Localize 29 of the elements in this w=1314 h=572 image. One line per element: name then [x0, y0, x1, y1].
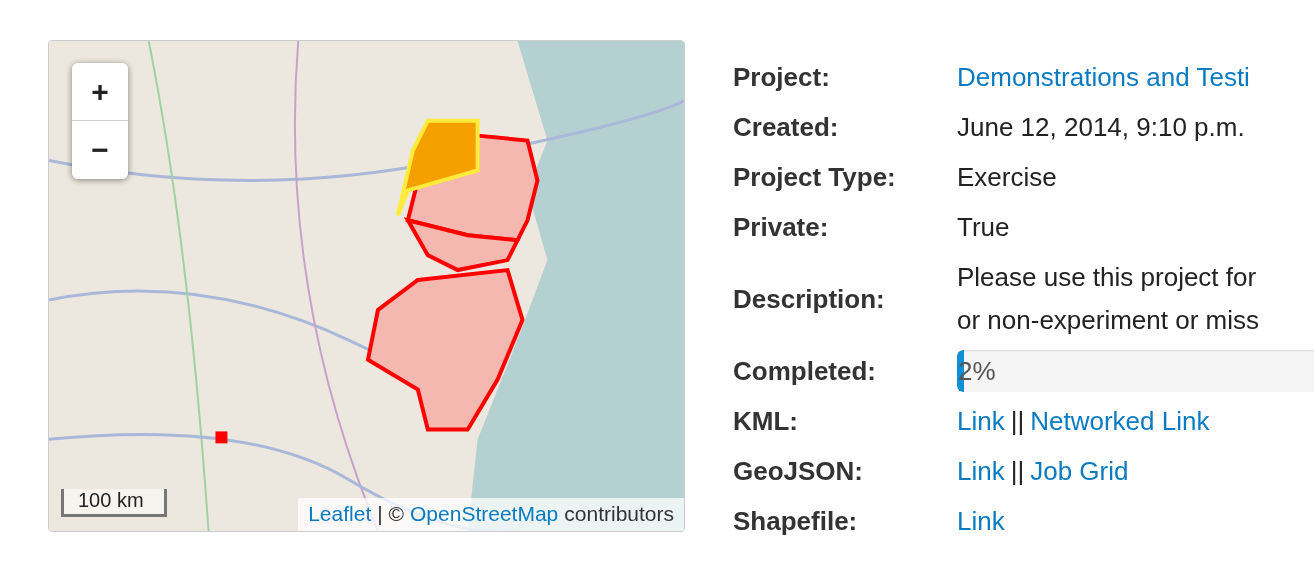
- value-link[interactable]: Link: [957, 505, 1005, 537]
- attribution-link[interactable]: Leaflet: [308, 502, 372, 526]
- field-value: Exercise: [957, 161, 1057, 193]
- field-label: Completed:: [733, 355, 877, 387]
- attribution-text: contributors: [564, 502, 674, 526]
- link-separator: ||: [1010, 405, 1025, 437]
- field-label: Description:: [733, 283, 886, 315]
- field-value: True: [957, 211, 1010, 243]
- field-label: Project Type:: [733, 161, 897, 193]
- value-link[interactable]: Link: [957, 455, 1005, 487]
- value-link[interactable]: Networked Link: [1030, 405, 1210, 437]
- map-panel[interactable]: + − 100 km Leaflet | © OpenStreetMap contributors: [48, 40, 685, 532]
- link-separator: ||: [1010, 455, 1025, 487]
- zoom-in-button[interactable]: +: [72, 63, 128, 121]
- zoom-out-button[interactable]: −: [72, 121, 128, 179]
- field-label: Created:: [733, 111, 840, 143]
- field-label: Project:: [733, 61, 831, 93]
- attribution-link[interactable]: OpenStreetMap: [410, 502, 559, 526]
- value-link[interactable]: Link: [957, 405, 1005, 437]
- value-link[interactable]: Job Grid: [1030, 455, 1129, 487]
- field-label: GeoJSON:: [733, 455, 865, 487]
- field-label: Shapefile:: [733, 505, 859, 537]
- field-label: KML:: [733, 405, 799, 437]
- field-label: Private:: [733, 211, 830, 243]
- scale-bar: 100 km: [61, 489, 167, 517]
- field-value: June 12, 2014, 9:10 p.m.: [957, 111, 1245, 143]
- attribution-text: | ©: [377, 502, 404, 526]
- description-text: Please use this project for or non-experiment or miss: [957, 261, 1259, 337]
- value-link[interactable]: Demonstrations and Testi: [957, 61, 1250, 93]
